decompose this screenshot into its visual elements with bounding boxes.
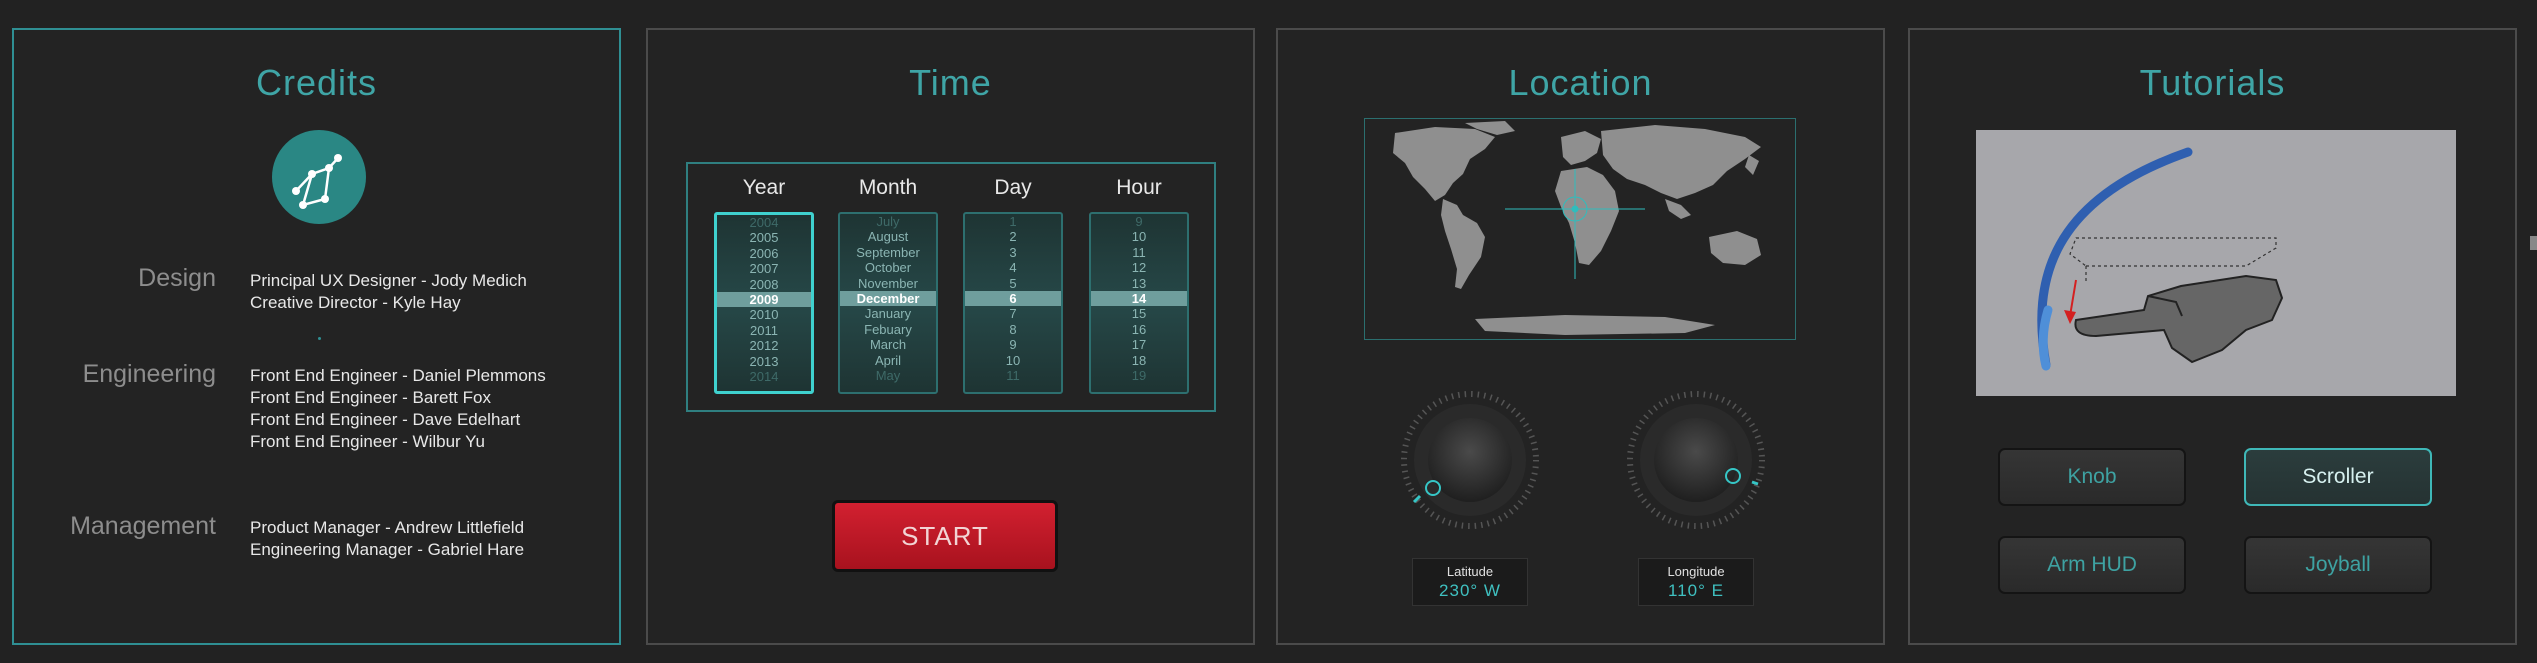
section-heading-design: Design [138, 264, 216, 292]
picker-item[interactable]: 4 [965, 260, 1061, 275]
constellation-icon [272, 130, 366, 224]
engineering-names: Front End Engineer - Daniel Plemmons Fro… [250, 365, 546, 453]
picker-item[interactable]: 15 [1091, 306, 1187, 321]
picker-item[interactable]: 9 [965, 337, 1061, 352]
location-panel: Location Latitude 230° W Longitude 110° … [1276, 28, 1885, 645]
day-header: Day [994, 176, 1032, 199]
picker-item[interactable]: 10 [965, 353, 1061, 368]
credit-name: Front End Engineer - Dave Edelhart [250, 410, 521, 429]
picker-item[interactable]: 18 [1091, 353, 1187, 368]
picker-item[interactable]: 17 [1091, 337, 1187, 352]
credit-name: Engineering Manager - Gabriel Hare [250, 540, 525, 559]
picker-item[interactable]: 1 [965, 214, 1061, 229]
start-button[interactable]: START [832, 500, 1058, 572]
picker-item[interactable]: January [840, 306, 936, 321]
crosshair-icon [1505, 169, 1645, 279]
picker-selected-item[interactable]: 2009 [717, 291, 811, 308]
picker-selected-item[interactable]: 14 [1091, 290, 1187, 307]
picker-item[interactable]: 2012 [717, 338, 811, 353]
longitude-value: 110° E [1668, 581, 1724, 600]
picker-item[interactable]: 2011 [717, 323, 811, 338]
longitude-label: Longitude [1667, 564, 1725, 579]
credit-name: Front End Engineer - Barett Fox [250, 388, 491, 407]
picker-item[interactable]: September [840, 245, 936, 260]
picker-item[interactable]: March [840, 337, 936, 352]
picker-item[interactable]: 11 [1091, 245, 1187, 260]
picker-item[interactable]: Febuary [840, 322, 936, 337]
picker-selected-item[interactable]: 6 [965, 290, 1061, 307]
credits-title: Credits [255, 62, 378, 103]
picker-item[interactable]: 2008 [717, 277, 811, 292]
date-time-picker: Year Month Day Hour 2004 2005 2006 2007 2008… [686, 162, 1216, 412]
credit-name: Front End Engineer - Daniel Plemmons [250, 366, 546, 385]
location-title: Location [1508, 62, 1653, 103]
world-map[interactable] [1364, 118, 1796, 340]
credit-name: Creative Director - Kyle Hay [250, 293, 461, 312]
latitude-knob[interactable] [1400, 390, 1540, 530]
latitude-readout: Latitude 230° W [1412, 558, 1528, 606]
latitude-value: 230° W [1439, 581, 1501, 600]
scroller-tutorial-button[interactable]: Scroller [2244, 448, 2432, 506]
picker-item[interactable]: 2010 [717, 307, 811, 322]
longitude-readout: Longitude 110° E [1638, 558, 1754, 606]
picker-item[interactable]: April [840, 353, 936, 368]
tutorial-preview-image [1976, 130, 2456, 396]
divider-dot [318, 337, 321, 340]
design-names: Principal UX Designer - Jody Medich Crea… [250, 270, 527, 314]
picker-item[interactable]: 10 [1091, 229, 1187, 244]
hour-scroller[interactable]: 9 10 11 12 13 14 15 16 17 18 19 [1089, 212, 1189, 394]
picker-item[interactable]: May [840, 368, 936, 383]
picker-item[interactable]: July [840, 214, 936, 229]
longitude-knob[interactable] [1626, 390, 1766, 530]
time-panel: Time Year Month Day Hour 2004 2005 2006 200… [646, 28, 1255, 645]
picker-item[interactable]: 3 [965, 245, 1061, 260]
picker-item[interactable]: 5 [965, 276, 1061, 291]
joyball-tutorial-button[interactable]: Joyball [2244, 536, 2432, 594]
credit-name: Product Manager - Andrew Littlefield [250, 518, 525, 537]
picker-item[interactable]: 19 [1091, 368, 1187, 383]
picker-item[interactable]: 2 [965, 229, 1061, 244]
picker-item[interactable]: 2006 [717, 246, 811, 261]
section-heading-engineering: Engineering [82, 360, 216, 388]
section-heading-management: Management [70, 512, 216, 540]
picker-item[interactable]: 13 [1091, 276, 1187, 291]
picker-item[interactable]: 2014 [717, 369, 811, 384]
tutorials-title: Tutorials [2139, 62, 2286, 103]
time-title: Time [909, 62, 992, 103]
month-header: Month [858, 176, 918, 199]
hour-header: Hour [1116, 176, 1162, 199]
management-names: Product Manager - Andrew Littlefield Eng… [250, 517, 524, 561]
picker-item[interactable]: 7 [965, 306, 1061, 321]
picker-item[interactable]: 2013 [717, 354, 811, 369]
picker-selected-item[interactable]: December [840, 290, 936, 307]
picker-item[interactable]: 8 [965, 322, 1061, 337]
day-scroller[interactable]: 1 2 3 4 5 6 7 8 9 10 11 [963, 212, 1063, 394]
credit-name: Front End Engineer - Wilbur Yu [250, 432, 485, 451]
year-header: Year [742, 176, 786, 199]
picker-item[interactable]: August [840, 229, 936, 244]
picker-item[interactable]: 2007 [717, 261, 811, 276]
credit-name: Principal UX Designer - Jody Medich [250, 271, 527, 290]
scroll-edge-marker [2530, 236, 2537, 250]
arm-hud-tutorial-button[interactable]: Arm HUD [1998, 536, 2186, 594]
picker-item[interactable]: 9 [1091, 214, 1187, 229]
picker-item[interactable]: November [840, 276, 936, 291]
picker-item[interactable]: October [840, 260, 936, 275]
credits-panel: Credits Design Principal UX Designer - J… [12, 28, 621, 645]
picker-item[interactable]: 2004 [717, 215, 811, 230]
picker-item[interactable]: 2005 [717, 230, 811, 245]
year-scroller[interactable]: 2004 2005 2006 2007 2008 2009 2010 2011 2012 2013… [714, 212, 814, 394]
picker-item[interactable]: 11 [965, 368, 1061, 383]
latitude-label: Latitude [1446, 564, 1494, 579]
picker-item[interactable]: 16 [1091, 322, 1187, 337]
month-scroller[interactable]: July August September October November Decemb… [838, 212, 938, 394]
picker-item[interactable]: 12 [1091, 260, 1187, 275]
tutorials-panel: Tutorials Knob Scroller Arm HUD Joyball [1908, 28, 2517, 645]
knob-tutorial-button[interactable]: Knob [1998, 448, 2186, 506]
